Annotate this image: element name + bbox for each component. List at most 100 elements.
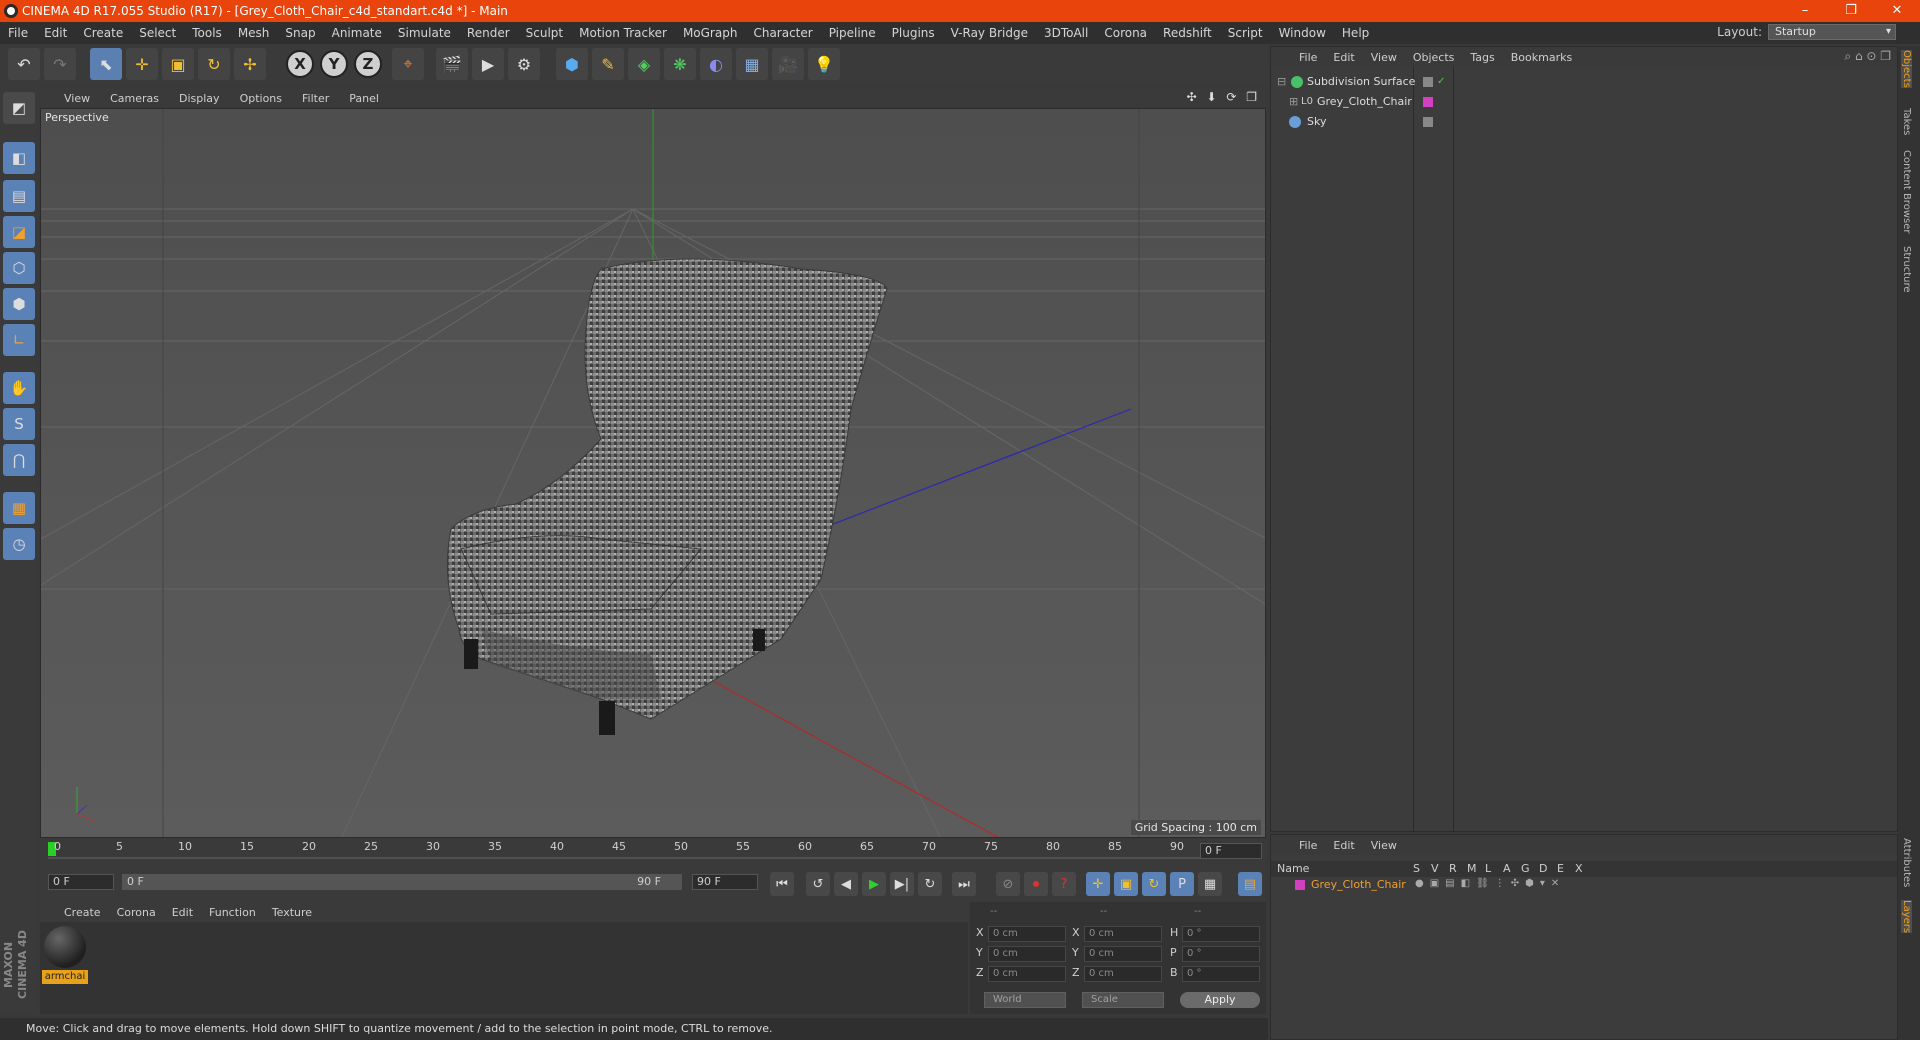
menu-mograph[interactable]: MoGraph xyxy=(675,26,746,40)
menu-snap[interactable]: Snap xyxy=(277,26,323,40)
menu-vray-bridge[interactable]: V-Ray Bridge xyxy=(943,26,1036,40)
material-preview-ball[interactable] xyxy=(44,926,86,968)
size-z-field[interactable]: 0 cm xyxy=(1084,966,1162,982)
menu-pipeline[interactable]: Pipeline xyxy=(821,26,884,40)
tab-structure[interactable]: Structure xyxy=(1901,246,1912,293)
menu-window[interactable]: Window xyxy=(1271,26,1334,40)
array-button[interactable]: ❋ xyxy=(664,48,696,80)
viewport-menu-filter[interactable]: Filter xyxy=(292,92,339,105)
size-y-field[interactable]: 0 cm xyxy=(1084,946,1162,962)
timeline-ruler[interactable]: 0 5 10 15 20 25 30 35 40 45 50 55 60 65 … xyxy=(40,838,1266,864)
coordinate-system-button[interactable]: ⌖ xyxy=(392,48,424,80)
move-tool-button[interactable]: ✛ xyxy=(126,48,158,80)
make-editable-button[interactable]: ◩ xyxy=(3,92,35,124)
rotation-p-field[interactable]: 0 ° xyxy=(1182,946,1260,962)
go-to-start-button[interactable]: ⏮ xyxy=(770,872,794,896)
timeline-button[interactable]: ▤ xyxy=(1238,872,1262,896)
nurbs-button[interactable]: ◈ xyxy=(628,48,660,80)
live-select-button[interactable]: ⬉ xyxy=(90,48,122,80)
texture-mode-button[interactable]: ▤ xyxy=(3,180,35,212)
rotate-tool-button[interactable]: ↻ xyxy=(198,48,230,80)
objects-menu-view[interactable]: View xyxy=(1363,51,1405,64)
workplane-mode-button[interactable]: ◪ xyxy=(3,216,35,248)
material-menu-function[interactable]: Function xyxy=(201,906,264,919)
viewport-menu-display[interactable]: Display xyxy=(169,92,230,105)
size-mode-dropdown[interactable]: Scale xyxy=(1082,992,1164,1008)
menu-help[interactable]: Help xyxy=(1334,26,1377,40)
end-frame-field[interactable]: 90 F xyxy=(692,874,758,890)
axis-mode-button[interactable]: ✋ xyxy=(3,372,35,404)
polygons-mode-button[interactable]: ∟ xyxy=(3,324,35,356)
coordinate-mode-dropdown[interactable]: World xyxy=(984,992,1066,1008)
material-name-label[interactable]: armchai xyxy=(42,970,88,984)
rotation-b-field[interactable]: 0 ° xyxy=(1182,966,1260,982)
layer-color-icon[interactable] xyxy=(1295,880,1305,890)
menu-sculpt[interactable]: Sculpt xyxy=(518,26,571,40)
material-menu-corona[interactable]: Corona xyxy=(109,906,164,919)
search-icon[interactable]: ⌕ ⌂ ⊙ ❐ xyxy=(1844,49,1891,64)
layers-menu-edit[interactable]: Edit xyxy=(1325,839,1362,852)
object-row-subdivision-surface[interactable]: ⊟ Subdivision Surface ✓ xyxy=(1275,73,1895,91)
snapping-button[interactable]: ⋂ xyxy=(3,444,35,476)
size-x-field[interactable]: 0 cm xyxy=(1084,926,1162,942)
position-y-field[interactable]: 0 cm xyxy=(988,946,1066,962)
previous-key-button[interactable]: ↺ xyxy=(806,872,830,896)
magnet-button[interactable]: ▦ xyxy=(3,492,35,524)
go-to-end-button[interactable]: ⏭ xyxy=(952,872,976,896)
next-key-button[interactable]: ↻ xyxy=(918,872,942,896)
rotation-h-field[interactable]: 0 ° xyxy=(1182,926,1260,942)
menu-select[interactable]: Select xyxy=(131,26,184,40)
layer-row[interactable]: Grey_Cloth_Chair ●▣▤◧⛓⋮✣⬢▾✕ xyxy=(1271,877,1897,893)
position-x-field[interactable]: 0 cm xyxy=(988,926,1066,942)
menu-motion-tracker[interactable]: Motion Tracker xyxy=(571,26,675,40)
apply-button[interactable]: Apply xyxy=(1180,992,1260,1008)
floor-button[interactable]: ▦ xyxy=(736,48,768,80)
z-axis-button[interactable]: Z xyxy=(354,50,382,78)
objects-menu-tags[interactable]: Tags xyxy=(1462,51,1502,64)
objects-menu-file[interactable]: File xyxy=(1291,51,1325,64)
enabled-check-icon[interactable]: ✓ xyxy=(1437,73,1445,91)
render-view-button[interactable]: 🎬 xyxy=(436,48,468,80)
menu-render[interactable]: Render xyxy=(459,26,518,40)
expand-icon[interactable]: ⊞ xyxy=(1289,93,1298,111)
object-row-sky[interactable]: Sky xyxy=(1275,113,1895,131)
tweak-mode-button[interactable]: S xyxy=(3,408,35,440)
tab-attributes[interactable]: Attributes xyxy=(1901,838,1912,887)
viewport-menu-panel[interactable]: Panel xyxy=(339,92,389,105)
objects-menu-edit[interactable]: Edit xyxy=(1325,51,1362,64)
key-scale-button[interactable]: ▣ xyxy=(1114,872,1138,896)
menu-animate[interactable]: Animate xyxy=(324,26,390,40)
tab-objects[interactable]: Objects xyxy=(1901,50,1912,88)
light-button[interactable]: 💡 xyxy=(808,48,840,80)
key-position-button[interactable]: ✛ xyxy=(1086,872,1110,896)
material-menu-edit[interactable]: Edit xyxy=(164,906,201,919)
tab-content-browser[interactable]: Content Browser xyxy=(1901,150,1912,233)
layer-name[interactable]: Grey_Cloth_Chair xyxy=(1311,878,1406,891)
collapse-icon[interactable]: ⊟ xyxy=(1277,73,1286,91)
frame-range-slider[interactable]: 0 F 90 F xyxy=(122,874,682,890)
tab-layers[interactable]: Layers xyxy=(1901,900,1912,934)
position-z-field[interactable]: 0 cm xyxy=(988,966,1066,982)
x-axis-button[interactable]: X xyxy=(286,50,314,78)
viewport-menu-cameras[interactable]: Cameras xyxy=(100,92,169,105)
viewport-navigation-icons[interactable]: ✣ ⬇ ⟳ ❐ xyxy=(1187,90,1260,104)
minimize-button[interactable]: – xyxy=(1782,0,1828,22)
undo-button[interactable]: ↶ xyxy=(8,48,40,80)
render-active-button[interactable]: ▶ xyxy=(472,48,504,80)
points-mode-button[interactable]: ⬡ xyxy=(3,252,35,284)
object-row-grey-cloth-chair[interactable]: ⊞ L0 Grey_Cloth_Chair xyxy=(1275,93,1895,111)
menu-plugins[interactable]: Plugins xyxy=(884,26,943,40)
cube-object-button[interactable]: ⬢ xyxy=(556,48,588,80)
menu-create[interactable]: Create xyxy=(75,26,131,40)
scale-tool-button[interactable]: ▣ xyxy=(162,48,194,80)
spline-pen-button[interactable]: ✎ xyxy=(592,48,624,80)
record-active-button[interactable]: ⏺ xyxy=(1024,872,1048,896)
restore-button[interactable]: ❐ xyxy=(1828,0,1874,22)
play-button[interactable]: ▶ xyxy=(862,872,886,896)
key-pla-button[interactable]: ▦ xyxy=(1198,872,1222,896)
autokey-button[interactable]: ? xyxy=(1052,872,1076,896)
perspective-viewport[interactable]: Perspective Grid Spacing : 100 cm xyxy=(40,108,1266,838)
transform-tool-button[interactable]: ✢ xyxy=(234,48,266,80)
redo-button[interactable]: ↷ xyxy=(44,48,76,80)
current-frame-field[interactable]: 0 F xyxy=(1200,843,1262,859)
